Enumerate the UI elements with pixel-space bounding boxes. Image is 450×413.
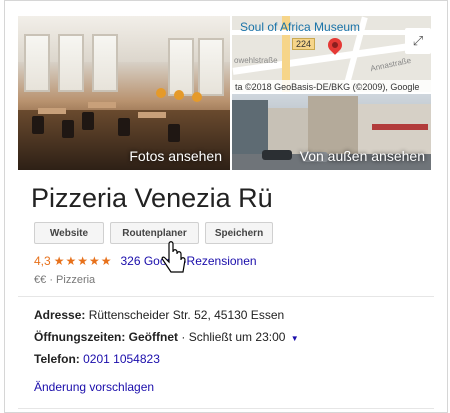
photo-window: [58, 34, 84, 92]
phone-link[interactable]: 0201 1054823: [83, 352, 160, 366]
address-value: Rüttenscheider Str. 52, 45130 Essen: [88, 308, 285, 322]
divider: [18, 408, 434, 409]
photo-chair: [32, 116, 44, 134]
action-buttons: Website Routenplaner Speichern: [34, 222, 273, 244]
suggest-edit-link[interactable]: Änderung vorschlagen: [34, 380, 154, 394]
star-rating-icon: ★★★★★: [53, 254, 113, 268]
hours-label: Öffnungszeiten:: [34, 330, 126, 344]
photo-chair: [168, 124, 180, 142]
photo-window: [24, 34, 50, 92]
photo-chair: [118, 118, 130, 136]
meta-separator: ·: [49, 274, 53, 286]
price-level: €€: [34, 274, 47, 286]
map-poi-label: Soul of Africa Museum: [240, 20, 361, 34]
map-tile[interactable]: Soul of Africa Museum 224 Annastraße owe…: [232, 16, 431, 92]
map-road-badge: 224: [292, 38, 316, 50]
photo-stool: [156, 88, 166, 98]
photo-table: [38, 108, 66, 114]
photo-window: [198, 38, 224, 96]
streetview-caption: Von außen ansehen: [299, 148, 425, 164]
address-row: Adresse: Rüttenscheider Str. 52, 45130 E…: [34, 308, 284, 322]
chevron-down-icon[interactable]: ▼: [291, 334, 299, 343]
map-street-label: Annastraße: [369, 55, 412, 74]
rating-value: 4,3: [34, 254, 51, 268]
price-category: €€ · Pizzeria: [34, 274, 95, 286]
divider: [18, 296, 434, 297]
hours-detail[interactable]: Schließt um 23:00: [189, 330, 286, 344]
save-button[interactable]: Speichern: [205, 222, 273, 244]
photo-chair: [62, 120, 74, 138]
hours-separator: ·: [181, 330, 186, 344]
business-name: Pizzeria Venezia Rü: [31, 183, 273, 213]
hours-row: Öffnungszeiten: Geöffnet · Schließt um 2…: [34, 330, 299, 344]
photo-window: [92, 34, 118, 92]
phone-row: Telefon: 0201 1054823: [34, 352, 160, 366]
photos-tile[interactable]: Fotos ansehen: [18, 16, 230, 170]
phone-label: Telefon:: [34, 352, 80, 366]
map-street-label: owehlstraße: [234, 56, 278, 65]
photos-caption: Fotos ansehen: [129, 148, 222, 164]
photo-window: [168, 38, 194, 96]
photo-stool: [192, 92, 202, 102]
streetview-awning: [372, 124, 428, 130]
photo-table: [138, 112, 166, 118]
website-button[interactable]: Website: [34, 222, 104, 244]
hand-cursor-icon: [161, 241, 186, 273]
photo-table: [88, 102, 116, 108]
expand-map-icon[interactable]: ⤢: [405, 28, 431, 54]
hours-status: Geöffnet: [128, 330, 179, 344]
address-label: Adresse:: [34, 308, 86, 322]
streetview-tile[interactable]: Von außen ansehen: [232, 94, 431, 170]
map-attribution: ta ©2018 GeoBasis-DE/BKG (©2009), Google: [232, 80, 431, 92]
photo-chair: [82, 112, 94, 130]
media-strip: Fotos ansehen Soul of Africa Museum 224 …: [18, 16, 431, 170]
rating-row: 4,3 ★★★★★ 326 Google-Rezensionen: [34, 254, 257, 268]
category: Pizzeria: [56, 274, 96, 286]
streetview-car: [262, 150, 292, 160]
photo-stool: [174, 90, 184, 100]
